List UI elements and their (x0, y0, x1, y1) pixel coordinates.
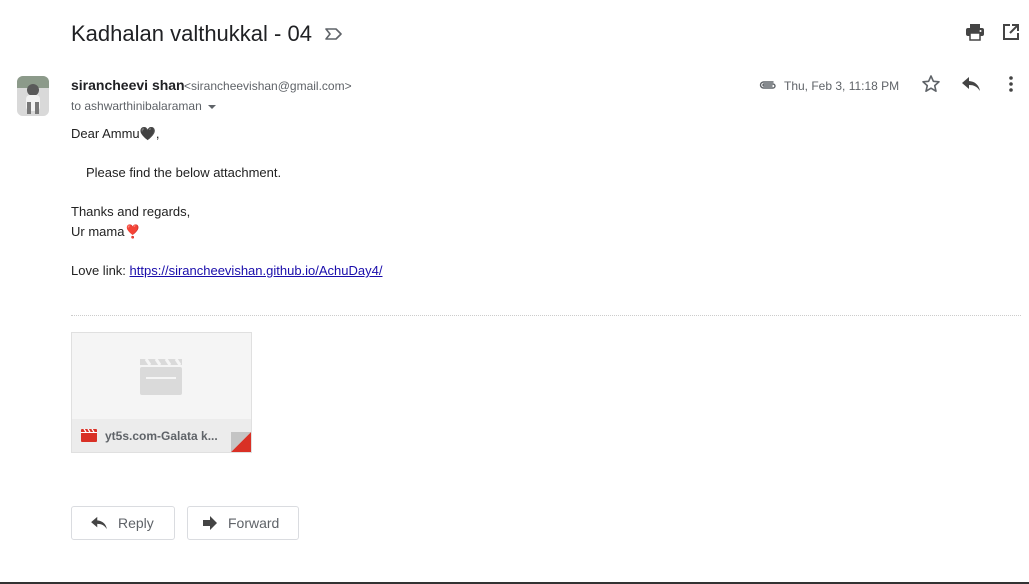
more-options-button[interactable] (999, 74, 1023, 98)
reply-button-label: Reply (118, 515, 154, 531)
forward-button-label: Forward (228, 515, 280, 531)
star-outline-icon (921, 74, 941, 99)
reply-button[interactable]: Reply (71, 506, 175, 540)
attachment-card[interactable]: yt5s.com-Galata k... (71, 332, 252, 453)
reply-icon (90, 516, 108, 530)
attachment-preview (72, 333, 251, 419)
body-closing: Thanks and regards, (71, 204, 191, 219)
print-button[interactable] (963, 22, 987, 46)
reply-icon (961, 76, 981, 97)
attachment-filename: yt5s.com-Galata k... (105, 429, 218, 443)
forward-icon (202, 516, 218, 530)
open-in-new-window-icon (1002, 23, 1020, 46)
reply-button-header[interactable] (959, 74, 983, 98)
email-subject: Kadhalan valthukkal - 04 (71, 21, 312, 46)
star-button[interactable] (919, 74, 943, 98)
chevron-down-icon (207, 104, 216, 109)
email-date: Thu, Feb 3, 11:18 PM (784, 79, 900, 93)
attachments-divider (71, 315, 1021, 316)
printer-icon (965, 23, 985, 46)
love-link-label: Love link: (71, 263, 130, 278)
label-outline-icon[interactable] (325, 26, 343, 42)
attachment-corner-fold (211, 432, 251, 452)
open-in-new-window-button[interactable] (999, 22, 1023, 46)
body-line: Please find the below attachment. (86, 165, 282, 180)
sender-email: <sirancheevishan@gmail.com> (184, 79, 352, 93)
video-file-icon (81, 428, 97, 447)
love-link[interactable]: https://sirancheevishan.github.io/AchuDa… (130, 263, 383, 278)
recipients-toggle[interactable]: to ashwarthinibalaraman (71, 99, 216, 113)
avatar[interactable] (17, 76, 49, 116)
more-vertical-icon (1009, 75, 1013, 97)
love-link-line: Love link: https://sirancheevishan.githu… (71, 263, 382, 278)
body-greeting: Dear Ammu🖤, (71, 126, 160, 141)
forward-button[interactable]: Forward (187, 506, 299, 540)
recipients-label: to ashwarthinibalaraman (71, 99, 202, 113)
sender-name[interactable]: sirancheevi shan (71, 77, 185, 93)
body-signature: Ur mama❣️ (71, 224, 141, 239)
video-clapperboard-icon (138, 355, 184, 402)
paperclip-icon (758, 78, 778, 92)
